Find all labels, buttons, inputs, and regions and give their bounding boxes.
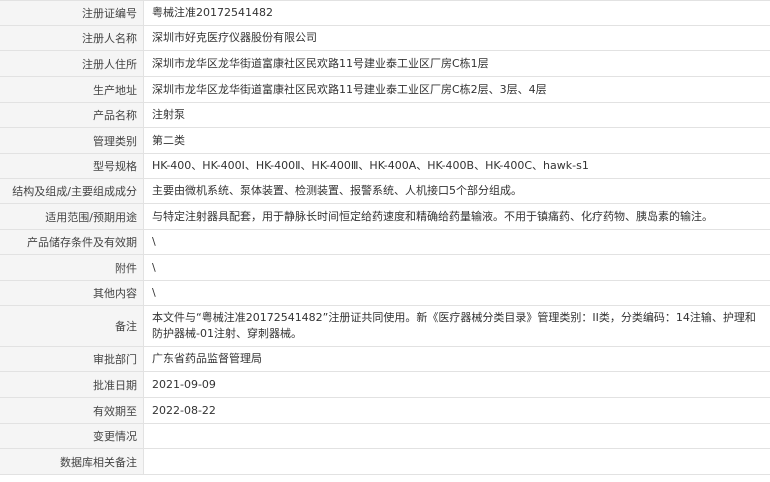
field-label: 备注 [0,305,144,347]
field-label: 附件 [0,254,144,281]
table-row: 生产地址 深圳市龙华区龙华街道富康社区民欢路11号建业泰工业区厂房C栋2层、3层… [0,76,770,103]
table-row: 注册人名称 深圳市好克医疗仪器股份有限公司 [0,25,770,51]
field-label: 有效期至 [0,397,144,424]
field-label: 结构及组成/主要组成成分 [0,178,144,204]
table-row: 型号规格 HK-400、HK-400Ⅰ、HK-400Ⅱ、HK-400Ⅲ、HK-4… [0,153,770,179]
table-row: 有效期至 2022-08-22 [0,397,770,424]
field-label: 审批部门 [0,346,144,372]
field-label: 注册人名称 [0,25,144,51]
field-value: \ [143,280,770,306]
field-value: 粤械注准20172541482 [143,0,770,26]
registration-table: 注册证编号 粤械注准20172541482 注册人名称 深圳市好克医疗仪器股份有… [0,0,770,475]
field-value [143,423,770,449]
field-value: 与特定注射器具配套，用于静脉长时间恒定给药速度和精确给药量输液。不用于镇痛药、化… [143,203,770,230]
table-row: 审批部门 广东省药品监督管理局 [0,346,770,372]
field-value: 本文件与“粤械注准20172541482”注册证共同使用。新《医疗器械分类目录》… [143,305,770,347]
field-label: 管理类别 [0,127,144,154]
field-label: 型号规格 [0,153,144,179]
table-row: 变更情况 [0,423,770,449]
field-label: 产品储存条件及有效期 [0,229,144,255]
table-row: 附件 \ [0,254,770,281]
field-label: 变更情况 [0,423,144,449]
table-row: 注册证编号 粤械注准20172541482 [0,0,770,26]
field-value: 注射泵 [143,102,770,128]
field-value: 广东省药品监督管理局 [143,346,770,372]
table-row: 产品储存条件及有效期 \ [0,229,770,255]
table-row: 注册人住所 深圳市龙华区龙华街道富康社区民欢路11号建业泰工业区厂房C栋1层 [0,50,770,77]
field-value: \ [143,229,770,255]
field-value: 深圳市好克医疗仪器股份有限公司 [143,25,770,51]
field-value [143,448,770,475]
table-row: 备注 本文件与“粤械注准20172541482”注册证共同使用。新《医疗器械分类… [0,305,770,347]
table-row: 其他内容 \ [0,280,770,306]
table-row: 适用范围/预期用途 与特定注射器具配套，用于静脉长时间恒定给药速度和精确给药量输… [0,203,770,230]
field-value: \ [143,254,770,281]
field-value: 深圳市龙华区龙华街道富康社区民欢路11号建业泰工业区厂房C栋1层 [143,50,770,77]
field-label: 适用范围/预期用途 [0,203,144,230]
field-value: HK-400、HK-400Ⅰ、HK-400Ⅱ、HK-400Ⅲ、HK-400A、H… [143,153,770,179]
table-row: 产品名称 注射泵 [0,102,770,128]
field-label: 其他内容 [0,280,144,306]
field-label: 注册证编号 [0,0,144,26]
field-value: 第二类 [143,127,770,154]
field-value: 2022-08-22 [143,397,770,424]
field-value: 2021-09-09 [143,371,770,398]
field-label: 注册人住所 [0,50,144,77]
field-value: 主要由微机系统、泵体装置、检测装置、报警系统、人机接口5个部分组成。 [143,178,770,204]
field-label: 数据库相关备注 [0,448,144,475]
table-row: 数据库相关备注 [0,448,770,475]
table-row: 管理类别 第二类 [0,127,770,154]
field-label: 生产地址 [0,76,144,103]
table-row: 批准日期 2021-09-09 [0,371,770,398]
field-value: 深圳市龙华区龙华街道富康社区民欢路11号建业泰工业区厂房C栋2层、3层、4层 [143,76,770,103]
field-label: 批准日期 [0,371,144,398]
table-row: 结构及组成/主要组成成分 主要由微机系统、泵体装置、检测装置、报警系统、人机接口… [0,178,770,204]
field-label: 产品名称 [0,102,144,128]
